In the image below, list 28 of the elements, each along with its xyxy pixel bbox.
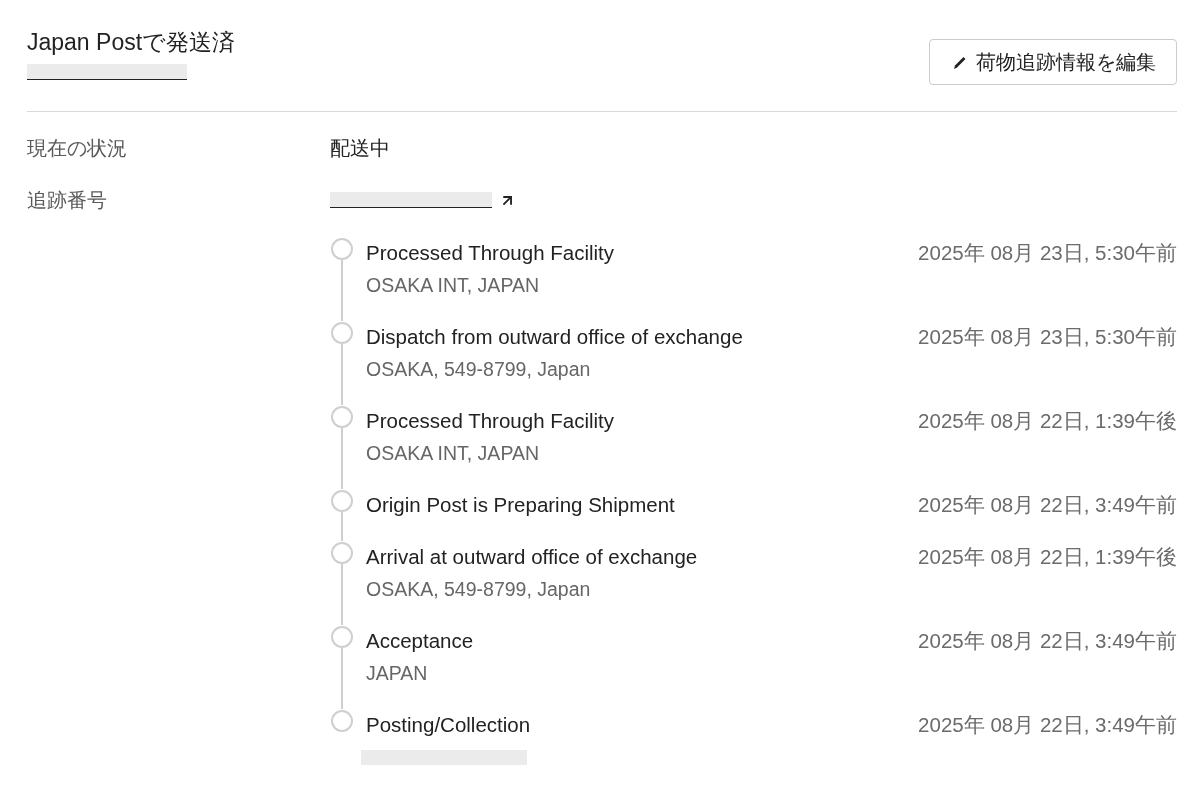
event-time: 2025年 08月 23日, 5:30午前 xyxy=(918,240,1177,266)
event-location: OSAKA INT, JAPAN xyxy=(366,441,540,466)
event-title: Dispatch from outward office of exchange xyxy=(366,324,743,350)
event-time: 2025年 08月 22日, 3:49午前 xyxy=(918,492,1177,518)
event-location: JAPAN xyxy=(366,661,428,686)
event-title: Processed Through Facility xyxy=(366,408,614,434)
event-title: Posting/Collection xyxy=(366,712,531,738)
circle-marker-icon xyxy=(330,710,353,732)
event-time: 2025年 08月 22日, 3:49午前 xyxy=(918,712,1177,738)
event-title: Processed Through Facility xyxy=(366,240,614,266)
pencil-icon xyxy=(953,54,967,70)
event-title: Acceptance xyxy=(366,628,474,654)
redacted-link[interactable] xyxy=(27,64,187,80)
event-title: Arrival at outward office of exchange xyxy=(366,544,698,570)
event-location: OSAKA, 549-8799, Japan xyxy=(366,577,591,602)
event-time: 2025年 08月 22日, 1:39午後 xyxy=(918,544,1177,570)
event-time: 2025年 08月 23日, 5:30午前 xyxy=(918,324,1177,350)
detail-value: 配送中 xyxy=(330,136,390,161)
edit-tracking-button[interactable]: 荷物追跡情報を編集 xyxy=(929,39,1177,85)
shipment-title: Japan Postで発送済 xyxy=(27,28,236,56)
detail-label: 追跡番号 xyxy=(27,188,108,213)
event-location: OSAKA INT, JAPAN xyxy=(366,273,540,298)
event-title: Origin Post is Preparing Shipment xyxy=(366,492,675,518)
event-time: 2025年 08月 22日, 1:39午後 xyxy=(918,408,1177,434)
detail-label: 現在の状況 xyxy=(27,136,128,161)
event-time: 2025年 08月 22日, 3:49午前 xyxy=(918,628,1177,654)
redacted-link[interactable] xyxy=(330,192,492,208)
event-location: OSAKA, 549-8799, Japan xyxy=(366,357,591,382)
